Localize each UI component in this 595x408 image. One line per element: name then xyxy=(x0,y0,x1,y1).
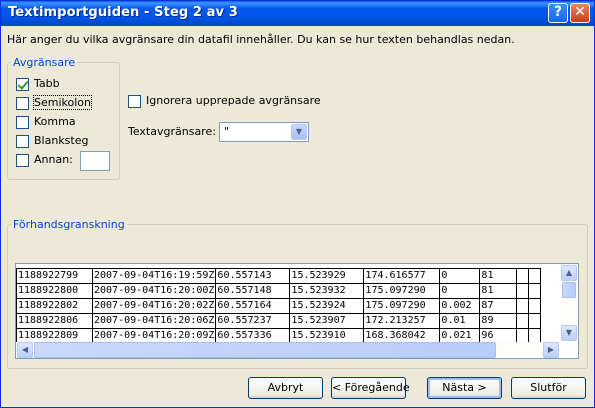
ignore-consecutive-checkbox[interactable] xyxy=(128,95,141,108)
table-cell: 81 xyxy=(479,283,518,299)
preview-legend: Förhandsgranskning xyxy=(13,218,125,231)
other-checkbox[interactable] xyxy=(16,154,29,167)
table-cell: 2007-09-04T16:20:02Z xyxy=(91,298,217,314)
delimiters-legend: Avgränsare xyxy=(13,56,76,69)
close-button[interactable]: ✕ xyxy=(570,3,590,23)
cancel-button[interactable]: Avbryt xyxy=(248,377,323,399)
table-row: 1188922806 2007-09-04T16:20:06Z 60.557237 1… xyxy=(16,313,542,329)
intro-text: Här anger du vilka avgränsare din datafi… xyxy=(7,33,515,46)
table-cell: 60.557164 xyxy=(215,298,291,314)
scroll-up-icon[interactable]: ▲ xyxy=(561,265,577,281)
table-cell: 15.523929 xyxy=(289,268,365,284)
text-import-wizard-dialog: Textimportguiden - Steg 2 av 3 ? ✕ Här a… xyxy=(0,0,595,408)
preview-pane[interactable]: 1188922799 2007-09-04T16:19:59Z 60.557143 1… xyxy=(15,263,579,359)
table-cell: 174.616577 xyxy=(363,268,441,284)
table-cell: 60.557143 xyxy=(215,268,291,284)
table-cell: 175.097290 xyxy=(363,298,441,314)
table-cell xyxy=(516,313,530,329)
other-label[interactable]: Annan: xyxy=(34,153,73,166)
back-button[interactable]: < Föregående xyxy=(331,377,410,399)
close-icon: ✕ xyxy=(574,4,586,20)
table-row: 1188922802 2007-09-04T16:20:02Z 60.557164 1… xyxy=(16,298,542,314)
table-cell: 81 xyxy=(479,268,518,284)
table-row: 1188922799 2007-09-04T16:19:59Z 60.557143 1… xyxy=(16,268,542,284)
tab-label[interactable]: Tabb xyxy=(34,77,60,90)
table-cell: 1188922806 xyxy=(16,313,93,329)
scroll-down-icon[interactable]: ▼ xyxy=(561,325,577,341)
space-label[interactable]: Blanksteg xyxy=(34,134,88,147)
table-row: 1188922800 2007-09-04T16:20:00Z 60.557148 1… xyxy=(16,283,542,299)
table-cell: 172.213257 xyxy=(363,313,441,329)
table-cell xyxy=(528,298,542,314)
table-cell: 0 xyxy=(439,268,481,284)
window-title: Textimportguiden - Steg 2 av 3 xyxy=(8,5,238,20)
scroll-left-icon[interactable]: ◀ xyxy=(17,342,33,358)
table-cell: 1188922799 xyxy=(16,268,93,284)
vertical-scroll-thumb[interactable] xyxy=(562,282,576,298)
table-cell xyxy=(516,283,530,299)
table-cell: 60.557148 xyxy=(215,283,291,299)
table-cell: 2007-09-04T16:19:59Z xyxy=(91,268,217,284)
other-delimiter-input[interactable] xyxy=(80,151,110,171)
text-qualifier-value: " xyxy=(224,125,230,138)
ignore-consecutive-label[interactable]: Ignorera upprepade avgränsare xyxy=(146,94,321,107)
table-cell: 175.097290 xyxy=(363,283,441,299)
title-bar[interactable]: Textimportguiden - Steg 2 av 3 ? ✕ xyxy=(1,1,594,26)
table-cell: 1188922800 xyxy=(16,283,93,299)
semicolon-checkbox[interactable] xyxy=(16,97,29,110)
table-cell: 87 xyxy=(479,298,518,314)
comma-label[interactable]: Komma xyxy=(34,115,76,128)
preview-table: 1188922799 2007-09-04T16:19:59Z 60.557143 1… xyxy=(16,268,542,344)
table-cell xyxy=(516,298,530,314)
text-qualifier-select[interactable]: " ▼ xyxy=(219,122,309,142)
table-cell xyxy=(528,283,542,299)
chevron-down-icon[interactable]: ▼ xyxy=(291,124,307,140)
table-cell: 0 xyxy=(439,283,481,299)
comma-checkbox[interactable] xyxy=(16,116,29,129)
help-button[interactable]: ? xyxy=(548,3,568,23)
table-cell: 89 xyxy=(479,313,518,329)
table-cell xyxy=(528,268,542,284)
table-cell: 0.01 xyxy=(439,313,481,329)
table-cell: 2007-09-04T16:20:06Z xyxy=(91,313,217,329)
table-cell: 1188922802 xyxy=(16,298,93,314)
table-cell xyxy=(516,268,530,284)
space-checkbox[interactable] xyxy=(16,135,29,148)
next-button[interactable]: Nästa > xyxy=(427,377,502,399)
table-cell: 15.523932 xyxy=(289,283,365,299)
horizontal-scroll-thumb[interactable] xyxy=(34,342,496,358)
text-qualifier-label: Textavgränsare: xyxy=(128,125,216,138)
table-cell: 0.002 xyxy=(439,298,481,314)
scroll-right-icon[interactable]: ▶ xyxy=(543,342,559,358)
horizontal-scrollbar[interactable]: ◀ ▶ xyxy=(16,342,561,358)
help-icon: ? xyxy=(553,4,563,20)
finish-button[interactable]: Slutför xyxy=(511,377,586,399)
table-cell: 15.523924 xyxy=(289,298,365,314)
tab-checkbox[interactable] xyxy=(16,78,29,91)
semicolon-label[interactable]: Semikolon xyxy=(33,95,92,110)
table-cell: 15.523907 xyxy=(289,313,365,329)
vertical-scrollbar[interactable]: ▲ ▼ xyxy=(561,264,578,342)
table-cell: 60.557237 xyxy=(215,313,291,329)
table-cell: 2007-09-04T16:20:00Z xyxy=(91,283,217,299)
table-cell xyxy=(528,313,542,329)
